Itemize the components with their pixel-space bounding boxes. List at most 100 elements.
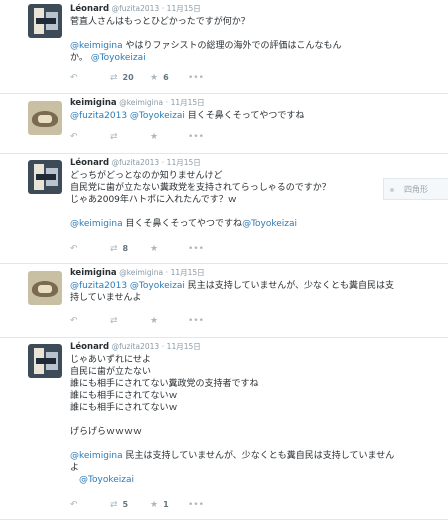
- more-icon: •••: [188, 132, 204, 142]
- separator-dot: ·: [161, 4, 165, 13]
- side-search-widget[interactable]: 四角形: [383, 178, 448, 200]
- more-button[interactable]: •••: [188, 500, 204, 510]
- tweet-text-line: [70, 414, 440, 426]
- text-fragment: 民主は支持していませんが、少なくとも糞自民は支: [184, 281, 395, 291]
- retweet-button[interactable]: ⇄: [110, 132, 123, 142]
- mention-link[interactable]: @Toyokeizai: [242, 219, 297, 229]
- tweet-timestamp[interactable]: 11月15日: [167, 4, 201, 13]
- separator-dot: ·: [165, 98, 169, 107]
- reply-button[interactable]: ↶: [70, 132, 78, 142]
- separator-dot: ·: [165, 268, 169, 277]
- tweet-content: Léonard @fuzita2013 · 11月15日 じゃあいずれにせよ 自民に…: [70, 341, 440, 486]
- avatar[interactable]: [28, 4, 62, 38]
- tweet-text-line: @keimigina 民主は支持していませんが、少なくとも糞自民は支持していませ…: [70, 450, 440, 462]
- tweet-text-line: @keimigina やはりファシストの総理の海外での評価はこんなもん: [70, 40, 440, 52]
- mention-link[interactable]: @Toyokeizai: [91, 53, 146, 63]
- retweet-button[interactable]: ⇄ 20: [110, 73, 134, 83]
- tweet-text-line: 持していませんよ: [70, 292, 440, 304]
- author-handle[interactable]: @fuzita2013: [112, 4, 160, 13]
- author-handle[interactable]: @fuzita2013: [112, 342, 160, 351]
- favorite-button[interactable]: ★ 1: [150, 500, 169, 510]
- tweet-item[interactable]: keimigina @keimigina · 11月15日 @fuzita2013…: [0, 264, 448, 338]
- reply-button[interactable]: ↶: [70, 73, 78, 83]
- tweet-text: じゃあいずれにせよ 自民に歯が立たない 誰にも相手にされてない糞政党の支持者ですね誰…: [70, 354, 440, 486]
- text-fragment: よ: [70, 463, 80, 473]
- reply-button[interactable]: ↶: [70, 244, 78, 254]
- more-icon: •••: [188, 500, 204, 510]
- favorite-button[interactable]: ★ 6: [150, 73, 169, 83]
- mention-link[interactable]: @keimigina: [70, 41, 123, 51]
- text-fragment: か。: [70, 53, 91, 63]
- tweet-item[interactable]: Léonard @fuzita2013 · 11月15日 じゃあいずれにせよ 自民に…: [0, 338, 448, 520]
- text-fragment: 民主は支持していませんが、少なくとも糞自民は支持していません: [122, 451, 395, 461]
- retweet-count: 8: [122, 244, 129, 253]
- tweet-text-line: [70, 28, 440, 40]
- favorite-button[interactable]: ★: [150, 316, 163, 326]
- tweet-text-line: げらげらｗｗｗｗ: [70, 426, 440, 438]
- author-handle[interactable]: @keimigina: [119, 98, 163, 107]
- tweet-text-line: 誰にも相手にされてないｗ: [70, 390, 440, 402]
- author-name[interactable]: Léonard: [70, 342, 109, 352]
- author-handle[interactable]: @keimigina: [119, 268, 163, 277]
- favorite-icon: ★: [150, 132, 159, 142]
- tweet-item[interactable]: Léonard @fuzita2013 · 11月15日菅直人さんはもっとひどか…: [0, 0, 448, 94]
- tweet-text: @fuzita2013 @Toyokeizai 民主は支持していませんが、少なく…: [70, 280, 440, 304]
- tweet-header: keimigina @keimigina · 11月15日: [70, 97, 440, 109]
- reply-button[interactable]: ↶: [70, 500, 78, 510]
- mention-link[interactable]: @keimigina: [70, 451, 123, 461]
- tweet-text: 菅直人さんはもっとひどかったですが何か？ @keimigina やはりファシストの…: [70, 16, 440, 64]
- author-handle[interactable]: @fuzita2013: [112, 158, 160, 167]
- tweet-text-line: 誰にも相手にされてないｗ: [70, 402, 440, 414]
- mention-link[interactable]: @fuzita2013: [70, 111, 127, 121]
- tweet-item[interactable]: Léonard @fuzita2013 · 11月15日どっちがどっとなのか知り…: [0, 154, 448, 264]
- mention-link[interactable]: @fuzita2013: [70, 281, 127, 291]
- favorite-button[interactable]: ★: [150, 132, 163, 142]
- more-button[interactable]: •••: [188, 73, 204, 83]
- author-name[interactable]: keimigina: [70, 98, 117, 108]
- avatar[interactable]: [28, 101, 62, 135]
- tweet-text-line: 菅直人さんはもっとひどかったですが何か？: [70, 16, 440, 28]
- tweet-text-line: [70, 438, 440, 450]
- tweet-content: keimigina @keimigina · 11月15日 @fuzita2013…: [70, 97, 440, 122]
- mention-link[interactable]: @Toyokeizai: [79, 475, 134, 485]
- mention-link[interactable]: @Toyokeizai: [130, 111, 185, 121]
- text-fragment: げらげらｗｗｗｗ: [70, 427, 143, 437]
- reply-button[interactable]: ↶: [70, 316, 78, 326]
- avatar[interactable]: [28, 160, 62, 194]
- retweet-icon: ⇄: [110, 73, 118, 83]
- separator-dot: ·: [161, 158, 165, 167]
- text-fragment: 自民に歯が立たない: [70, 367, 152, 377]
- mention-link[interactable]: @keimigina: [70, 219, 123, 229]
- retweet-icon: ⇄: [110, 500, 118, 510]
- reply-icon: ↶: [70, 500, 78, 510]
- tweet-item[interactable]: keimigina @keimigina · 11月15日 @fuzita2013…: [0, 94, 448, 154]
- retweet-button[interactable]: ⇄ 8: [110, 244, 128, 254]
- author-name[interactable]: keimigina: [70, 268, 117, 278]
- favorite-count: 6: [163, 73, 169, 82]
- retweet-button[interactable]: ⇄: [110, 316, 123, 326]
- more-button[interactable]: •••: [188, 244, 204, 254]
- text-fragment: 自民党に歯が立たない糞政党を支持されてらっしゃるのですか？: [70, 183, 331, 193]
- text-fragment: 持していませんよ: [70, 293, 142, 303]
- retweet-button[interactable]: ⇄ 5: [110, 500, 128, 510]
- tweet-timestamp[interactable]: 11月15日: [171, 98, 205, 107]
- text-fragment: どっちがどっとなのか知りませんけど: [70, 171, 223, 181]
- author-name[interactable]: Léonard: [70, 158, 109, 168]
- favorite-button[interactable]: ★: [150, 244, 163, 254]
- avatar[interactable]: [28, 344, 62, 378]
- retweet-count: 20: [122, 73, 134, 82]
- favorite-icon: ★: [150, 244, 159, 254]
- reply-icon: ↶: [70, 316, 78, 326]
- author-name[interactable]: Léonard: [70, 4, 109, 14]
- favorite-icon: ★: [150, 316, 159, 326]
- tweet-header: keimigina @keimigina · 11月15日: [70, 267, 440, 279]
- more-button[interactable]: •••: [188, 132, 204, 142]
- mention-link[interactable]: @Toyokeizai: [130, 281, 185, 291]
- tweet-text-line: か。 @Toyokeizai: [70, 52, 440, 64]
- avatar[interactable]: [28, 271, 62, 305]
- tweet-timestamp[interactable]: 11月15日: [167, 342, 201, 351]
- more-button[interactable]: •••: [188, 316, 204, 326]
- text-fragment: 目くそ鼻くそってやつですね: [184, 111, 305, 121]
- tweet-timestamp[interactable]: 11月15日: [167, 158, 201, 167]
- tweet-timestamp[interactable]: 11月15日: [171, 268, 205, 277]
